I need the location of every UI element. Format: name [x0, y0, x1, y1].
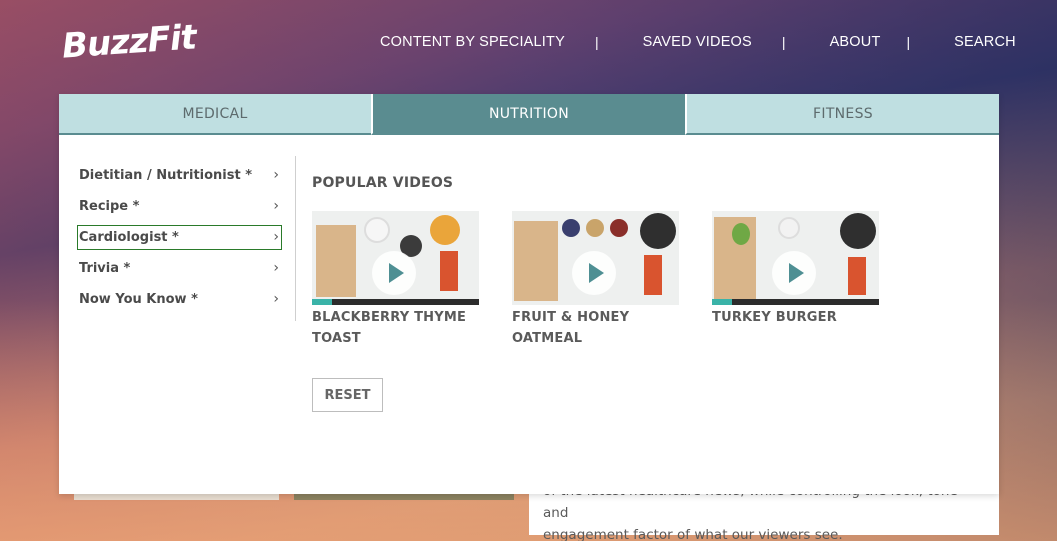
menu-item-label: Now You Know * — [79, 292, 198, 307]
menu-item-label: Cardiologist * — [79, 230, 179, 245]
popular-videos-list: BLACKBERRY THYME TOAST FRUIT & HONEY OAT… — [312, 211, 912, 349]
video-card[interactable]: BLACKBERRY THYME TOAST — [312, 211, 479, 349]
menu-item-trivia[interactable]: Trivia * › — [78, 257, 281, 280]
subcategory-list: Dietitian / Nutritionist * › Recipe * › … — [77, 164, 282, 319]
play-icon[interactable] — [372, 251, 416, 295]
video-thumbnail[interactable] — [712, 211, 879, 305]
top-nav: CONTENT BY SPECIALITY | SAVED VIDEOS | A… — [380, 34, 1016, 50]
menu-item-recipe[interactable]: Recipe * › — [78, 195, 281, 218]
video-card[interactable]: FRUIT & HONEY OATMEAL — [512, 211, 679, 349]
nav-separator: | — [906, 34, 911, 50]
nav-about[interactable]: ABOUT — [830, 34, 881, 50]
nav-separator: | — [594, 34, 599, 50]
nav-saved-videos[interactable]: SAVED VIDEOS — [643, 34, 752, 50]
specialty-tabs: MEDICAL NUTRITION FITNESS — [59, 94, 999, 135]
video-thumbnail[interactable] — [512, 211, 679, 305]
video-thumbnail[interactable] — [312, 211, 479, 305]
nav-separator: | — [781, 34, 786, 50]
video-title[interactable]: BLACKBERRY THYME TOAST — [312, 307, 479, 349]
tab-fitness[interactable]: FITNESS — [685, 94, 999, 135]
mega-menu-panel: MEDICAL NUTRITION FITNESS Dietitian / Nu… — [59, 94, 999, 494]
chevron-right-icon: › — [273, 167, 279, 183]
nav-search[interactable]: SEARCH — [954, 34, 1016, 50]
menu-item-label: Recipe * — [79, 199, 140, 214]
tab-nutrition[interactable]: NUTRITION — [371, 94, 685, 135]
reset-button[interactable]: RESET — [312, 378, 383, 412]
chevron-right-icon: › — [273, 260, 279, 276]
video-title[interactable]: FRUIT & HONEY OATMEAL — [512, 307, 679, 349]
video-caption-bar — [312, 299, 479, 305]
menu-item-label: Trivia * — [79, 261, 131, 276]
popular-videos-heading: POPULAR VIDEOS — [312, 175, 454, 191]
tab-medical[interactable]: MEDICAL — [59, 94, 371, 135]
menu-item-label: Dietitian / Nutritionist * — [79, 168, 253, 183]
chevron-right-icon: › — [273, 198, 279, 214]
vertical-divider — [295, 156, 296, 321]
video-caption-bar — [712, 299, 879, 305]
chevron-right-icon: › — [273, 229, 279, 245]
background-text-line: engagement factor of what our viewers se… — [543, 527, 843, 541]
chevron-right-icon: › — [273, 291, 279, 307]
video-card[interactable]: TURKEY BURGER — [712, 211, 879, 349]
menu-item-dietitian[interactable]: Dietitian / Nutritionist * › — [78, 164, 281, 187]
video-title[interactable]: TURKEY BURGER — [712, 307, 879, 328]
play-icon[interactable] — [572, 251, 616, 295]
menu-item-cardiologist[interactable]: Cardiologist * › — [77, 225, 282, 250]
play-icon[interactable] — [772, 251, 816, 295]
nav-content-by-speciality[interactable]: CONTENT BY SPECIALITY — [380, 34, 565, 50]
menu-item-now-you-know[interactable]: Now You Know * › — [78, 288, 281, 311]
